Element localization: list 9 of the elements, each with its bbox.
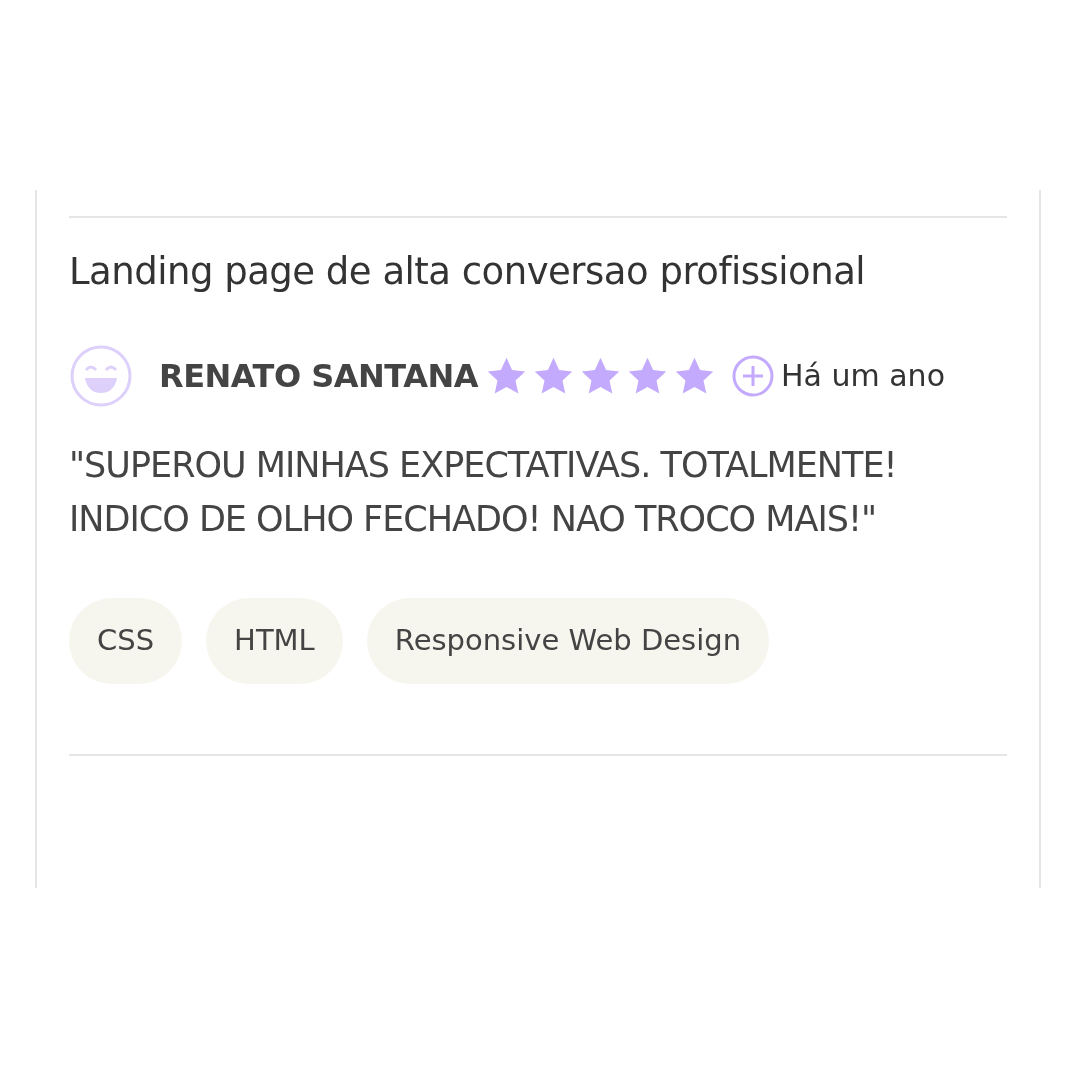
skill-tag: CSS (69, 598, 183, 684)
review-time: Há um ano (781, 358, 945, 393)
skill-tag: Responsive Web Design (366, 598, 770, 684)
author-name: RENATO SANTANA (159, 357, 478, 395)
review-title: Landing page de alta conversao profissional (69, 252, 867, 292)
review-text: "SUPEROU MINHAS EXPECTATIVAS. TOTALMENTE! INDICO DE OLHO FECHADO! NAO TROCO MAIS!" (69, 444, 898, 541)
smiley-avatar-icon (69, 344, 133, 408)
skill-tag: HTML (206, 598, 343, 684)
plus-circle-icon (731, 354, 775, 398)
